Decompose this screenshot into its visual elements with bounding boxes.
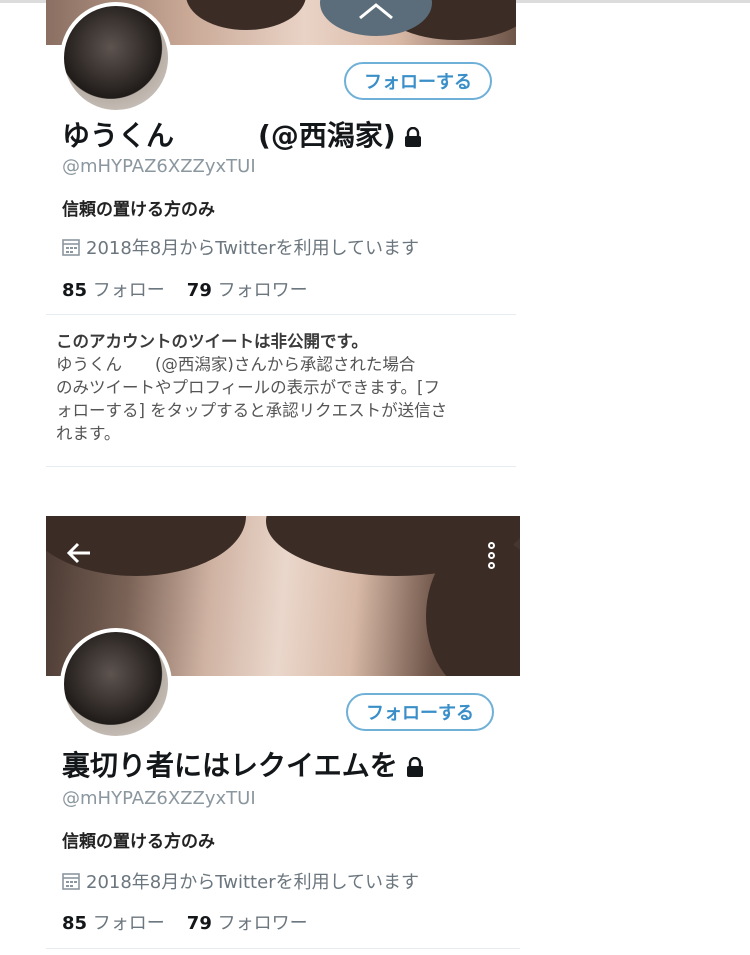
divider bbox=[46, 948, 520, 949]
divider bbox=[46, 314, 516, 315]
display-name-suffix: (@西潟家) bbox=[258, 119, 396, 152]
more-options-button[interactable] bbox=[484, 540, 498, 574]
joined-date: 2018年8月からTwitterを利用しています bbox=[62, 868, 419, 895]
display-name-text: ゆうくん bbox=[62, 119, 175, 152]
following-link[interactable]: 85 フォロー bbox=[62, 280, 165, 301]
arrow-left-icon bbox=[66, 542, 90, 564]
followers-label: フォロワー bbox=[217, 280, 308, 301]
banner-photo-detail bbox=[186, 0, 306, 30]
handle: @mHYPAZ6XZZyxTUI bbox=[62, 156, 256, 177]
protected-notice: このアカウントのツイートは非公開です。 ゆうくん (@西潟家)さんから承認された… bbox=[56, 330, 506, 445]
handle: @mHYPAZ6XZZyxTUI bbox=[62, 788, 256, 809]
profile-card-1: フォローする ゆうくん (@西潟家) @mHYPAZ6XZZyxTUI 信頼の置け… bbox=[46, 0, 516, 470]
followers-count: 79 bbox=[186, 280, 212, 301]
followers-count: 79 bbox=[186, 913, 212, 934]
follow-button[interactable]: フォローする bbox=[346, 693, 494, 731]
followers-label: フォロワー bbox=[217, 913, 308, 934]
more-vertical-icon bbox=[484, 542, 498, 569]
display-name-text: 裏切り者にはレクイエムを bbox=[62, 749, 398, 782]
lock-icon bbox=[406, 751, 424, 784]
display-name: ゆうくん (@西潟家) bbox=[62, 114, 422, 154]
lock-icon bbox=[404, 121, 422, 154]
joined-text: 2018年8月からTwitterを利用しています bbox=[86, 238, 420, 259]
protected-notice-line: ゆうくん (@西潟家)さんから承認された場合 bbox=[56, 355, 416, 374]
divider bbox=[46, 466, 516, 467]
joined-text: 2018年8月からTwitterを利用しています bbox=[86, 872, 420, 893]
follow-button[interactable]: フォローする bbox=[344, 62, 492, 100]
protected-notice-title: このアカウントのツイートは非公開です。 bbox=[56, 332, 368, 351]
avatar[interactable] bbox=[60, 2, 172, 114]
protected-notice-line: れます。 bbox=[56, 424, 121, 443]
joined-date: 2018年8月からTwitterを利用しています bbox=[62, 234, 419, 261]
follow-stats: 85 フォロー 79 フォロワー bbox=[62, 276, 308, 302]
chevron-up-icon bbox=[359, 3, 393, 20]
profile-card-2: フォローする 裏切り者にはレクイエムを @mHYPAZ6XZZyxTUI 信頼の… bbox=[46, 516, 520, 955]
bio: 信頼の置ける方のみ bbox=[62, 832, 215, 852]
following-label: フォロー bbox=[92, 280, 165, 301]
following-label: フォロー bbox=[92, 913, 165, 934]
follow-stats: 85 フォロー 79 フォロワー bbox=[62, 909, 308, 935]
protected-notice-line: のみツイートやプロフィールの表示ができます。[フ bbox=[56, 378, 440, 397]
following-link[interactable]: 85 フォロー bbox=[62, 913, 165, 934]
followers-link[interactable]: 79 フォロワー bbox=[187, 280, 308, 301]
avatar[interactable] bbox=[60, 628, 172, 740]
bio: 信頼の置ける方のみ bbox=[62, 200, 215, 220]
display-name: 裏切り者にはレクイエムを bbox=[62, 744, 424, 784]
protected-notice-line: ォローする] をタップすると承認リクエストが送信さ bbox=[56, 401, 448, 420]
calendar-icon bbox=[62, 238, 80, 261]
following-count: 85 bbox=[62, 280, 88, 301]
calendar-icon bbox=[62, 872, 80, 895]
following-count: 85 bbox=[62, 913, 88, 934]
back-button[interactable] bbox=[66, 542, 92, 568]
followers-link[interactable]: 79 フォロワー bbox=[187, 913, 308, 934]
